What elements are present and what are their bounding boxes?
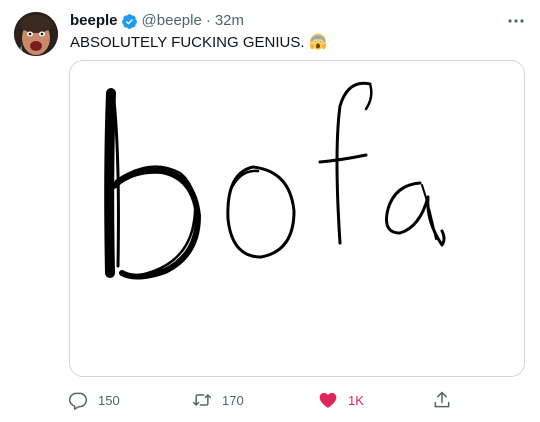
tweet-media-image[interactable] [69, 60, 525, 377]
like-button[interactable]: 1K [318, 389, 364, 411]
tweet-actions: 150 170 1K [68, 389, 468, 411]
retweet-button[interactable]: 170 [192, 389, 244, 411]
author-display-name[interactable]: beeple [70, 11, 118, 31]
tweet-header: beeple @beeple · 32m [70, 11, 244, 31]
retweet-icon [192, 394, 212, 406]
reply-icon [68, 392, 88, 410]
share-icon [434, 391, 450, 408]
share-button[interactable] [432, 389, 462, 411]
tweet-timestamp[interactable]: 32m [215, 11, 244, 31]
tweet[interactable]: beeple @beeple · 32m ABSOLUTELY FUCKING … [0, 0, 540, 422]
bofa-drawing [104, 81, 446, 280]
retweet-count: 170 [222, 392, 244, 408]
like-count: 1K [348, 392, 364, 408]
verified-badge-icon [121, 13, 138, 30]
avatar[interactable] [14, 12, 58, 56]
reply-count: 150 [98, 392, 120, 408]
screaming-face-emoji-icon [309, 32, 327, 50]
heart-icon [319, 392, 337, 408]
tweet-text: ABSOLUTELY FUCKING GENIUS. [70, 32, 327, 53]
separator-dot: · [205, 12, 211, 29]
tweet-text-content: ABSOLUTELY FUCKING GENIUS. [70, 34, 305, 51]
more-icon[interactable] [506, 11, 526, 31]
reply-button[interactable]: 150 [68, 389, 120, 411]
author-handle[interactable]: @beeple [142, 11, 202, 31]
